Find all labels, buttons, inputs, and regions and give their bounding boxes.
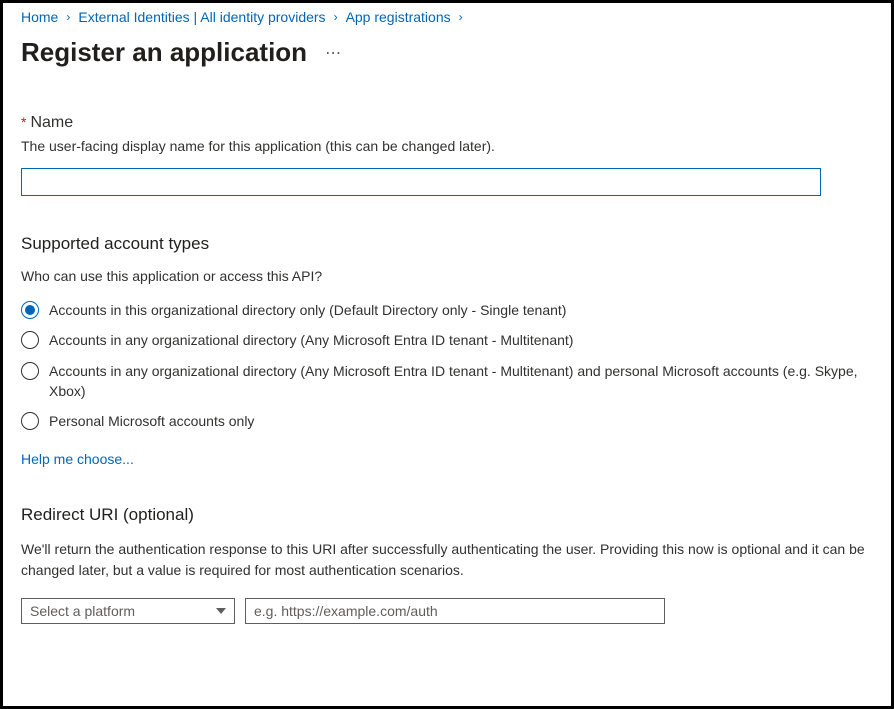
account-types-section: Supported account types Who can use this… (21, 234, 873, 467)
platform-select-label: Select a platform (30, 603, 135, 619)
breadcrumb-app-registrations[interactable]: App registrations (346, 9, 451, 25)
radio-label: Accounts in any organizational directory… (49, 361, 873, 402)
radio-icon (21, 331, 39, 349)
name-hint: The user-facing display name for this ap… (21, 138, 873, 154)
page-title-row: Register an application ⋯ (21, 37, 873, 68)
radio-label: Accounts in this organizational director… (49, 300, 576, 320)
name-input[interactable] (21, 168, 821, 196)
required-star-icon: * (21, 114, 26, 130)
chevron-right-icon: › (459, 10, 463, 24)
chevron-right-icon: › (66, 10, 70, 24)
chevron-right-icon: › (334, 10, 338, 24)
radio-icon (21, 301, 39, 319)
breadcrumb: Home › External Identities | All identit… (21, 9, 873, 25)
platform-select[interactable]: Select a platform (21, 598, 235, 624)
radio-option-multitenant-personal[interactable]: Accounts in any organizational directory… (21, 361, 873, 402)
account-types-subtext: Who can use this application or access t… (21, 268, 873, 284)
account-types-radio-group: Accounts in this organizational director… (21, 300, 873, 431)
redirect-uri-section: Redirect URI (optional) We'll return the… (21, 505, 873, 624)
breadcrumb-home[interactable]: Home (21, 9, 58, 25)
page-title: Register an application (21, 37, 307, 68)
redirect-uri-title: Redirect URI (optional) (21, 505, 873, 525)
redirect-uri-input[interactable] (245, 598, 665, 624)
radio-option-multitenant[interactable]: Accounts in any organizational directory… (21, 330, 873, 350)
radio-option-personal-only[interactable]: Personal Microsoft accounts only (21, 411, 873, 431)
redirect-uri-description: We'll return the authentication response… (21, 539, 873, 580)
name-label-text: Name (30, 114, 73, 132)
radio-label: Accounts in any organizational directory… (49, 330, 583, 350)
radio-option-single-tenant[interactable]: Accounts in this organizational director… (21, 300, 873, 320)
account-types-title: Supported account types (21, 234, 873, 254)
radio-label: Personal Microsoft accounts only (49, 411, 264, 431)
radio-icon (21, 412, 39, 430)
breadcrumb-external-identities[interactable]: External Identities | All identity provi… (78, 9, 325, 25)
radio-icon (21, 362, 39, 380)
help-me-choose-link[interactable]: Help me choose... (21, 451, 134, 467)
more-actions-icon[interactable]: ⋯ (325, 43, 342, 63)
chevron-down-icon (216, 608, 226, 614)
name-section: * Name The user-facing display name for … (21, 114, 873, 196)
redirect-uri-row: Select a platform (21, 598, 873, 624)
name-label: * Name (21, 114, 873, 132)
